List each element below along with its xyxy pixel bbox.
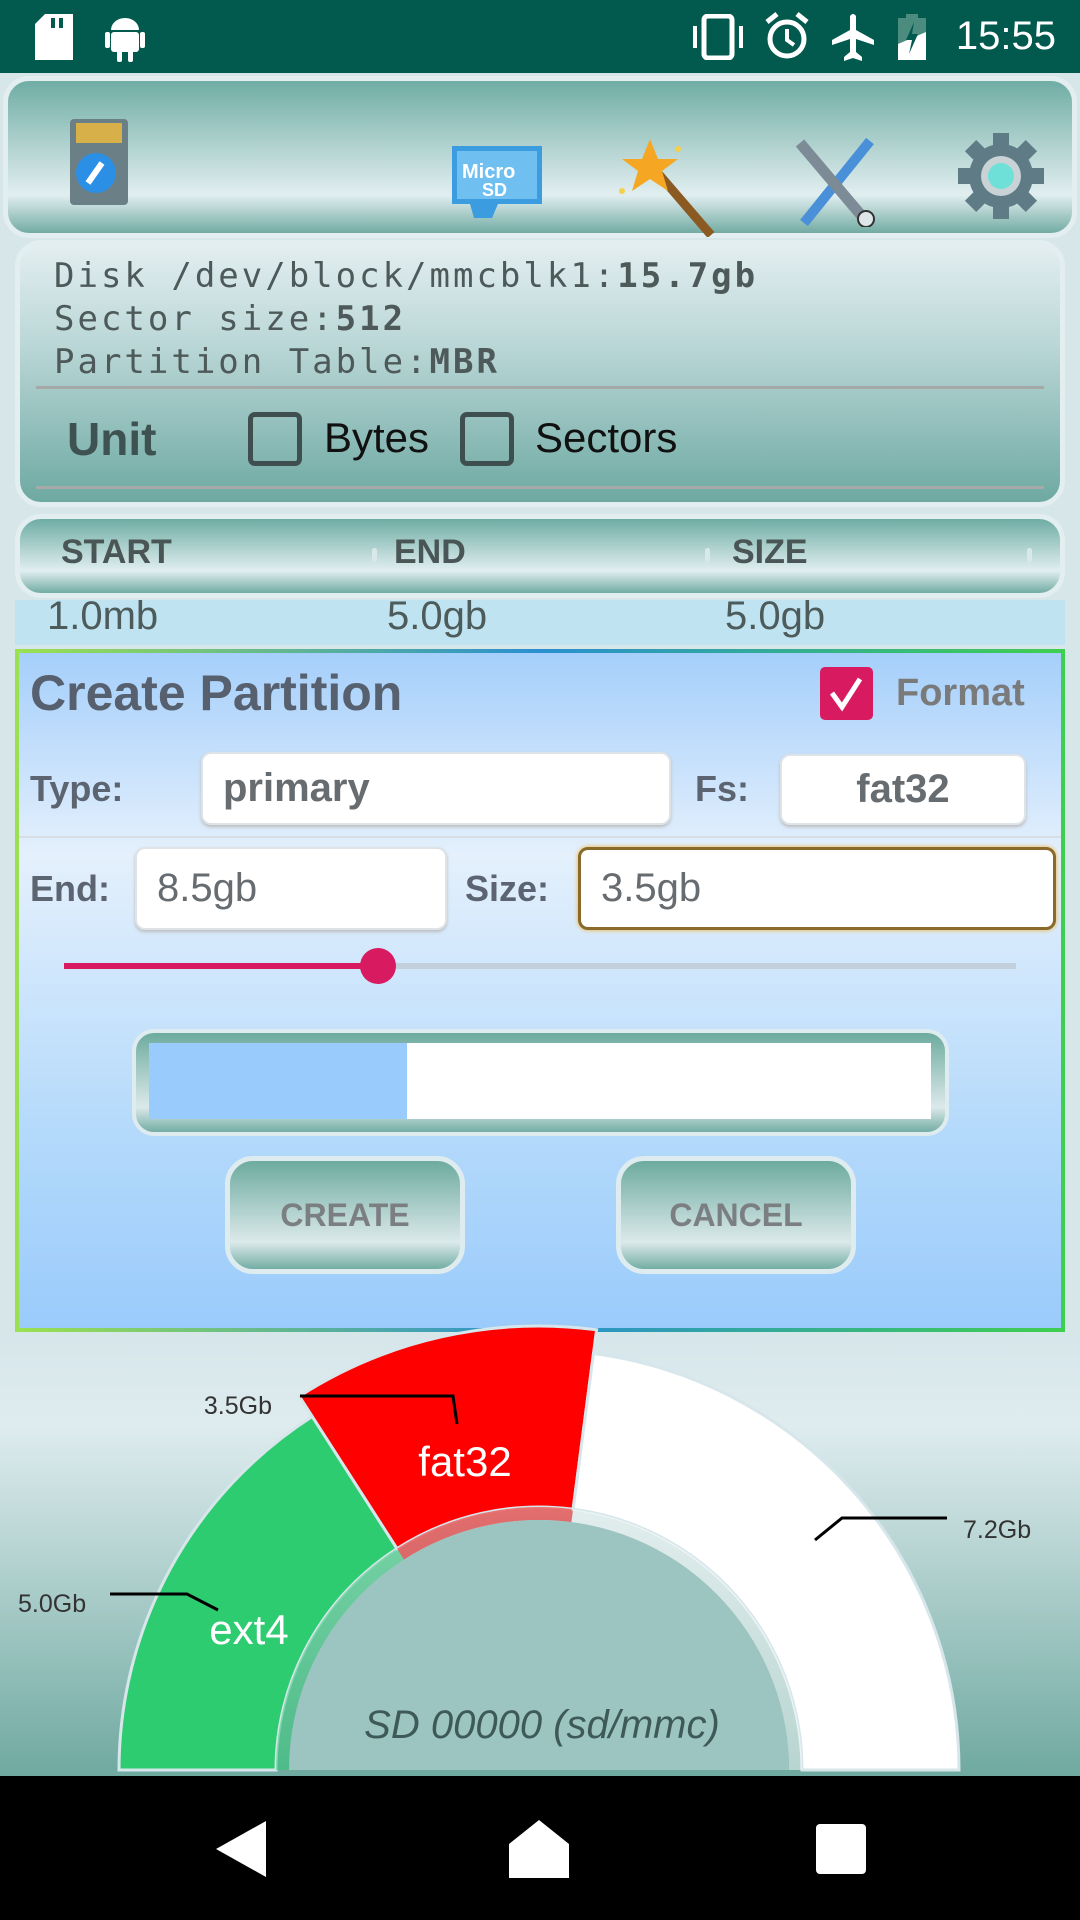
slice-label-fat32: fat32 bbox=[418, 1438, 511, 1485]
recents-icon[interactable] bbox=[816, 1824, 866, 1874]
partition-half-donut-chart: 3.5Gb 5.0Gb 7.2Gb fat32 ext4 SD 00000 (s… bbox=[18, 1324, 1031, 1772]
value-label-free: 7.2Gb bbox=[963, 1516, 1031, 1544]
home-icon[interactable] bbox=[509, 1820, 569, 1878]
navigation-bar bbox=[0, 1776, 1080, 1920]
slice-label-ext4: ext4 bbox=[209, 1606, 288, 1653]
value-label-fat32: 3.5Gb bbox=[204, 1392, 272, 1420]
back-icon[interactable] bbox=[216, 1821, 266, 1877]
value-label-ext4: 5.0Gb bbox=[18, 1590, 86, 1618]
chart-center-label: SD 00000 (sd/mmc) bbox=[364, 1703, 720, 1747]
